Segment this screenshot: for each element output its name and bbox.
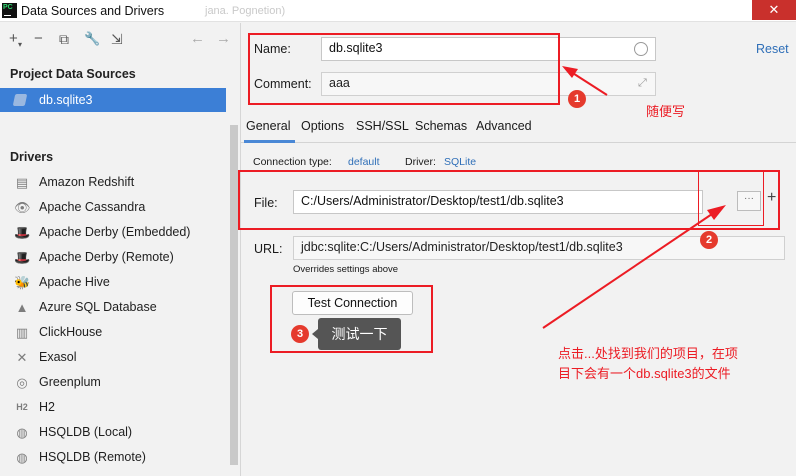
background-window-title: jana. Pognetion) bbox=[205, 5, 286, 17]
driver-label-text: Driver: bbox=[405, 156, 436, 168]
window-title: Data Sources and Drivers bbox=[21, 4, 165, 18]
driver-item[interactable]: 🎩 Apache Derby (Remote) bbox=[0, 247, 226, 269]
color-picker-icon[interactable] bbox=[634, 42, 648, 56]
driver-label: Amazon Redshift bbox=[39, 175, 135, 189]
driver-item[interactable]: 👁 Apache Cassandra bbox=[0, 197, 226, 219]
tab-advanced[interactable]: Advanced bbox=[476, 119, 532, 133]
hsqldb-icon: ◍ bbox=[16, 425, 28, 440]
reset-link[interactable]: Reset bbox=[756, 42, 789, 56]
driver-label: Exasol bbox=[39, 350, 77, 364]
driver-label: Apache Cassandra bbox=[39, 200, 146, 214]
driver-label: Apache Hive bbox=[39, 275, 110, 289]
driver-label: ClickHouse bbox=[39, 325, 103, 339]
active-tab-indicator bbox=[244, 140, 295, 143]
apache-derby-icon: 🎩 bbox=[14, 250, 31, 265]
driver-item[interactable]: ✕ Exasol bbox=[0, 347, 226, 369]
driver-item[interactable]: 🎩 Apache Derby (Embedded) bbox=[0, 222, 226, 244]
apache-hive-icon: 🐝 bbox=[14, 275, 31, 290]
h2-icon: H2 bbox=[16, 402, 28, 412]
tab-schemas[interactable]: Schemas bbox=[415, 119, 467, 133]
annotation-note-2-line1: 点击...处找到我们的项目，在项 bbox=[558, 346, 738, 361]
annotation-badge-3: 3 bbox=[291, 325, 309, 343]
driver-item[interactable]: ◍ HSQLDB (Local) bbox=[0, 422, 226, 444]
tab-ssh-ssl[interactable]: SSH/SSL bbox=[356, 119, 409, 133]
driver-link[interactable]: SQLite bbox=[444, 156, 476, 168]
amazon-redshift-icon: ▤ bbox=[15, 175, 29, 190]
annotation-box-name-comment bbox=[248, 33, 560, 105]
annotation-note-1: 随便写 bbox=[646, 104, 686, 119]
duplicate-icon[interactable]: ⧉ bbox=[59, 31, 69, 47]
driver-label: HSQLDB (Local) bbox=[39, 425, 133, 439]
azure-sql-icon: ▲ bbox=[15, 300, 29, 315]
url-label: URL: bbox=[254, 242, 283, 256]
hsqldb-icon: ◍ bbox=[16, 450, 28, 465]
driver-label: HSQLDB (Remote) bbox=[39, 450, 146, 464]
overrides-note: Overrides settings above bbox=[293, 264, 399, 275]
annotation-badge-1: 1 bbox=[568, 90, 586, 108]
connection-type-link[interactable]: default bbox=[348, 156, 380, 168]
settings-wrench-icon[interactable]: 🔧 bbox=[84, 31, 100, 47]
add-dropdown-caret-icon[interactable]: ▾ bbox=[18, 37, 22, 53]
driver-item[interactable]: ▲ Azure SQL Database bbox=[0, 297, 226, 319]
pycharm-logo-icon: PC bbox=[2, 3, 17, 18]
tab-options[interactable]: Options bbox=[301, 119, 344, 133]
apache-cassandra-icon: 👁 bbox=[14, 200, 31, 215]
annotation-box-browse bbox=[698, 170, 764, 226]
tab-general[interactable]: General bbox=[246, 119, 290, 133]
driver-label: Apache Derby (Embedded) bbox=[39, 225, 191, 239]
left-panel: + ▾ − ⧉ 🔧 ⇲ ← → Project Data Sources db.… bbox=[0, 23, 241, 476]
annotation-badge-2: 2 bbox=[700, 231, 718, 249]
remove-icon[interactable]: − bbox=[34, 31, 43, 47]
project-item-db-sqlite3[interactable]: db.sqlite3 bbox=[0, 88, 226, 112]
left-scrollbar[interactable] bbox=[230, 125, 238, 465]
project-data-sources-header: Project Data Sources bbox=[10, 67, 136, 81]
driver-item[interactable]: 🐝 Apache Hive bbox=[0, 272, 226, 294]
add-icon[interactable]: + bbox=[9, 31, 18, 47]
driver-item[interactable]: ▥ ClickHouse bbox=[0, 322, 226, 344]
driver-item[interactable]: H2 H2 bbox=[0, 397, 226, 419]
driver-label: Azure SQL Database bbox=[39, 300, 157, 314]
greenplum-icon: ◎ bbox=[16, 375, 28, 390]
clickhouse-icon: ▥ bbox=[15, 325, 29, 340]
url-value: jdbc:sqlite:C:/Users/Administrator/Deskt… bbox=[301, 240, 623, 254]
apache-derby-icon: 🎩 bbox=[14, 225, 31, 240]
connection-type-label: Connection type: bbox=[253, 156, 332, 168]
sqlite-icon bbox=[12, 94, 28, 106]
expand-icon[interactable]: ⤢ bbox=[638, 77, 647, 90]
driver-item[interactable]: ▤ Amazon Redshift bbox=[0, 172, 226, 194]
tab-separator bbox=[241, 142, 796, 143]
close-button[interactable]: ✕ bbox=[752, 0, 796, 20]
driver-label: H2 bbox=[39, 400, 55, 414]
driver-label: Apache Derby (Remote) bbox=[39, 250, 174, 264]
driver-label: Greenplum bbox=[39, 375, 101, 389]
annotation-note-2-line2: 目下会有一个db.sqlite3的文件 bbox=[558, 366, 731, 381]
exasol-icon: ✕ bbox=[16, 350, 28, 365]
title-bar: PC Data Sources and Drivers jana. Pognet… bbox=[0, 0, 796, 22]
project-item-label: db.sqlite3 bbox=[39, 93, 93, 107]
import-icon[interactable]: ⇲ bbox=[111, 31, 123, 47]
driver-item[interactable]: ◎ Greenplum bbox=[0, 372, 226, 394]
forward-arrow-icon[interactable]: → bbox=[216, 31, 231, 47]
back-arrow-icon[interactable]: ← bbox=[190, 31, 205, 47]
driver-item[interactable]: ◍ HSQLDB (Remote) bbox=[0, 447, 226, 469]
drivers-header: Drivers bbox=[10, 150, 54, 164]
annotation-tooltip-3: 测试一下 bbox=[312, 318, 401, 350]
